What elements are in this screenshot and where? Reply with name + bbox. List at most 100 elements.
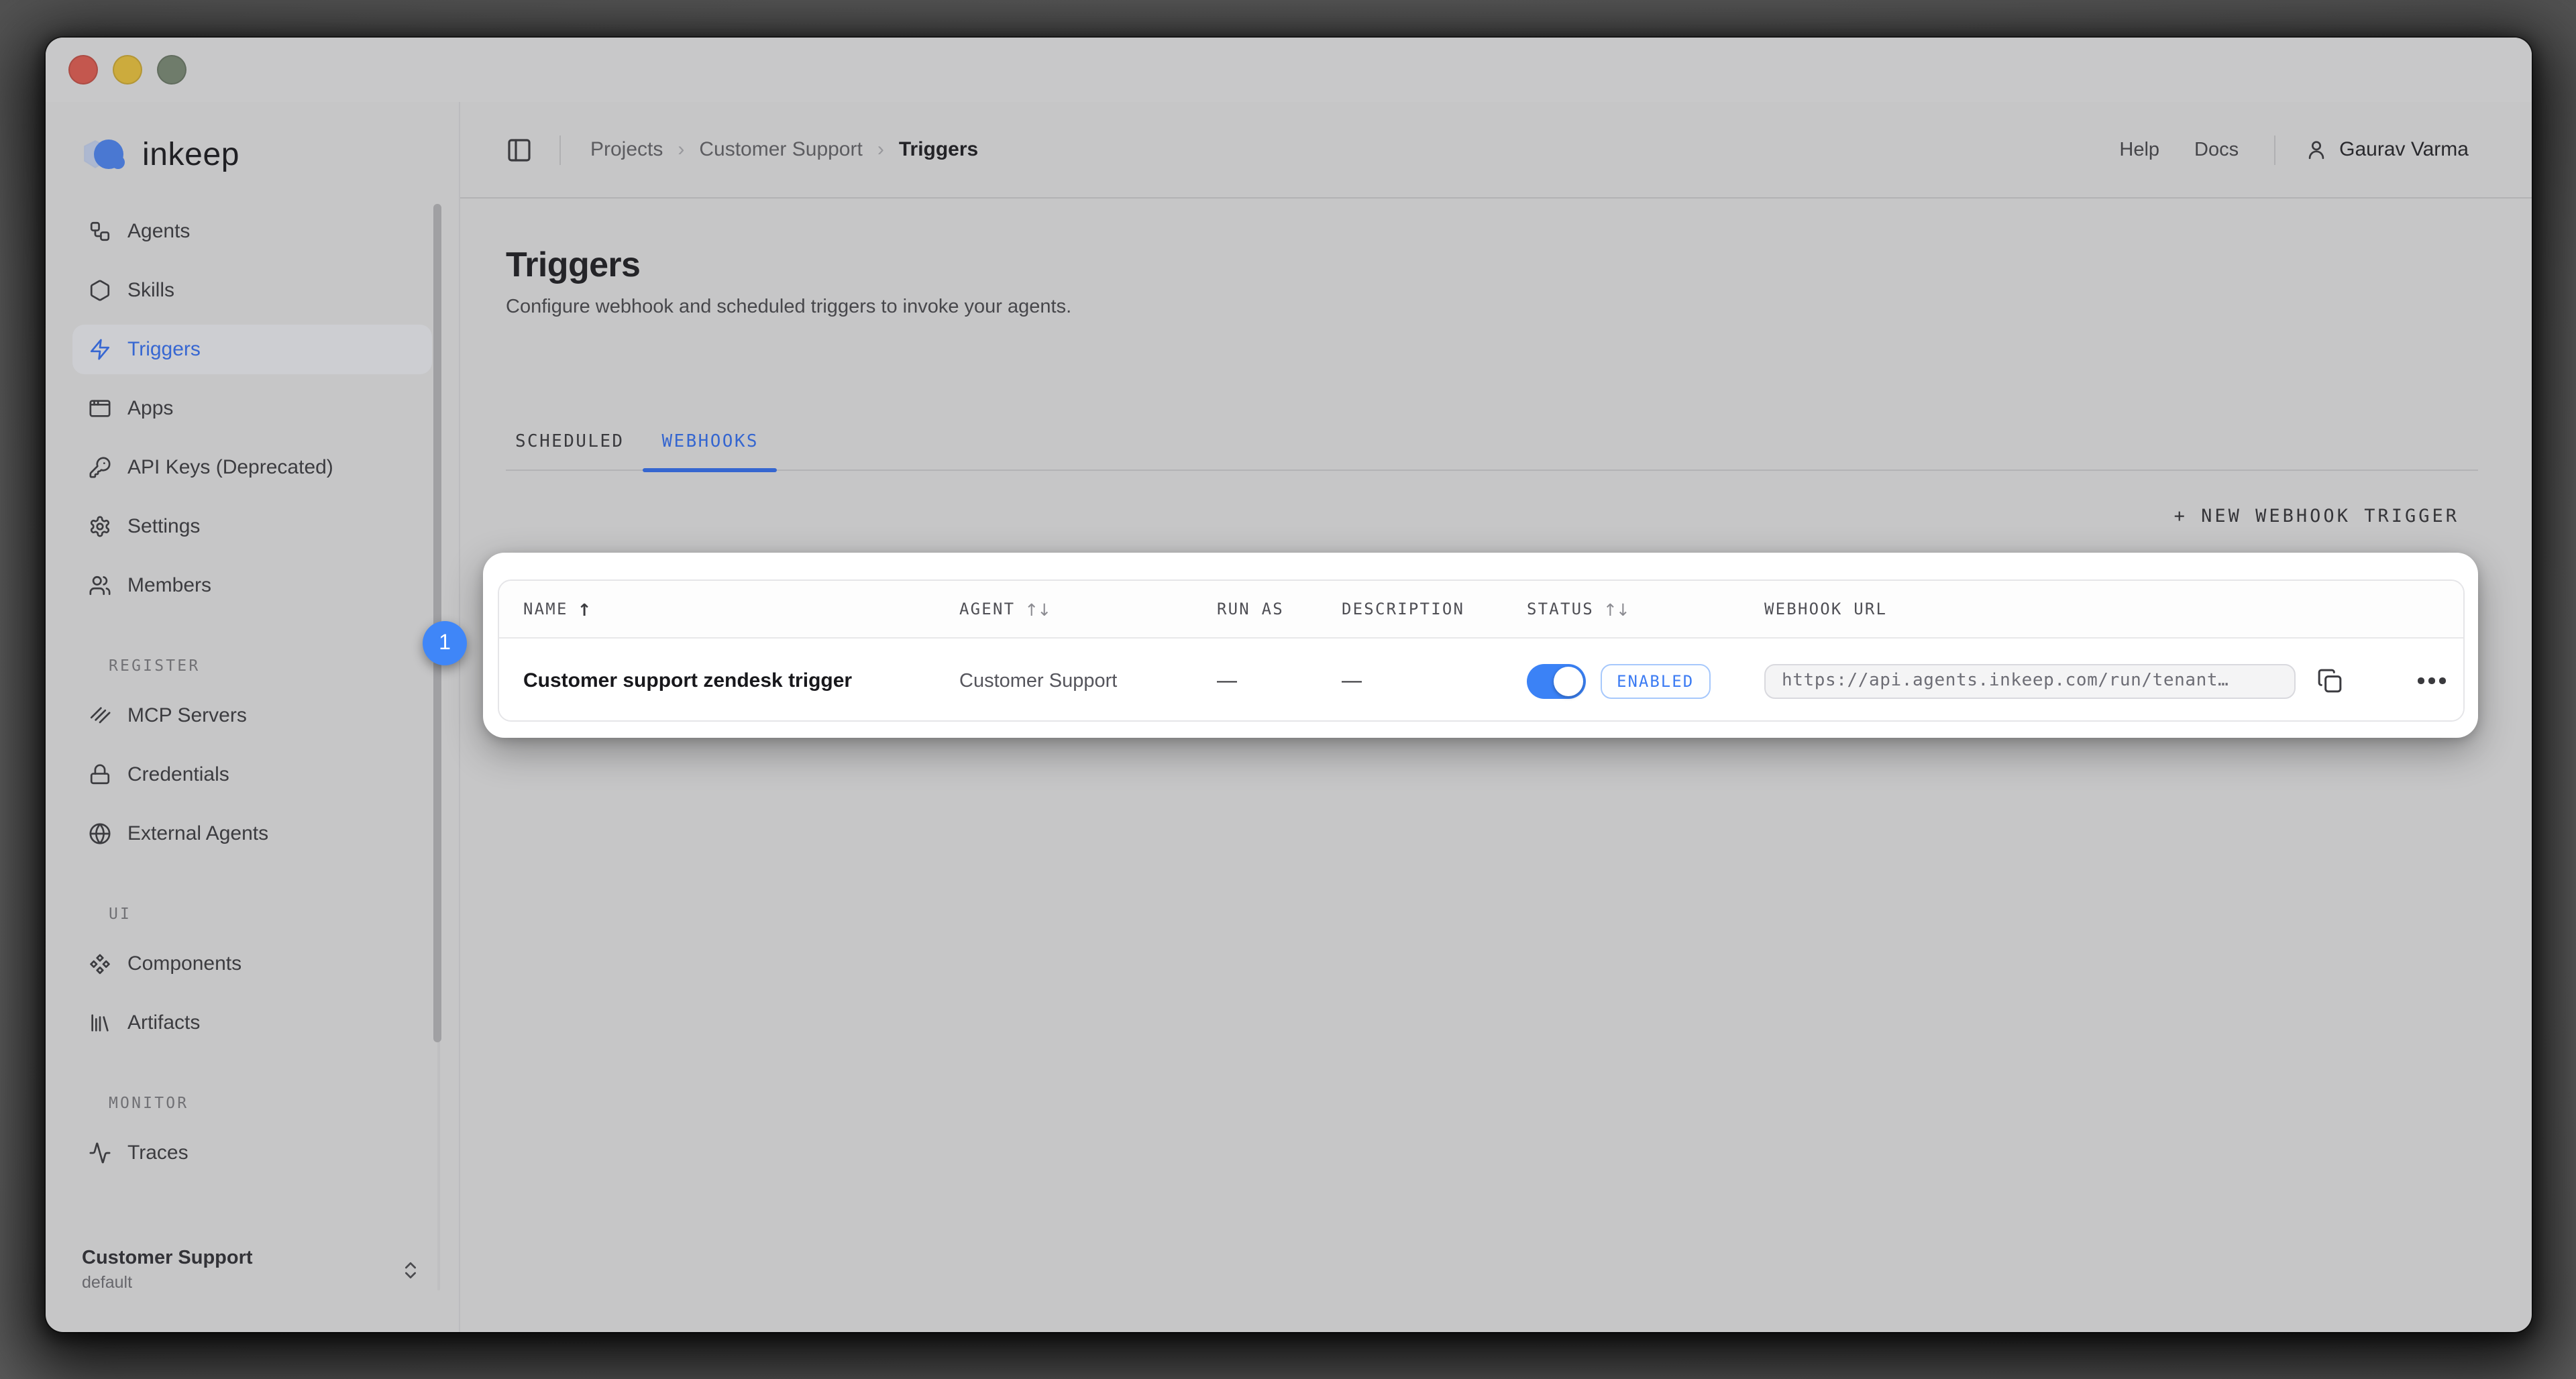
column-header-status[interactable]: STATUS ↑↓	[1527, 581, 1629, 637]
page-content: Triggers Configure webhook and scheduled…	[460, 199, 2532, 1332]
sidebar-item-skills[interactable]: Skills	[72, 266, 432, 315]
sort-asc-icon: ↑	[578, 599, 590, 619]
help-link[interactable]: Help	[2102, 139, 2177, 160]
status-toggle[interactable]	[1527, 663, 1586, 698]
activity-icon	[89, 1142, 111, 1164]
sidebar-item-artifacts[interactable]: Artifacts	[72, 998, 432, 1048]
sidebar-item-label: Agents	[127, 220, 190, 243]
trigger-tabs: SCHEDULED WEBHOOKS	[506, 432, 2478, 471]
webhook-triggers-table: NAME ↑ AGENT ↑↓ RUN AS DESCRIP	[498, 580, 2465, 722]
tab-scheduled[interactable]: SCHEDULED	[506, 432, 643, 470]
row-actions-button[interactable]	[2418, 678, 2445, 684]
sidebar-item-label: MCP Servers	[127, 704, 247, 727]
column-header-run-as: RUN AS	[1217, 581, 1284, 637]
sidebar-item-api-keys[interactable]: API Keys (Deprecated)	[72, 443, 432, 492]
header-divider	[559, 135, 561, 164]
breadcrumb-separator: ›	[678, 138, 684, 161]
trigger-name-cell: Customer support zendesk trigger	[523, 639, 852, 722]
sidebar-item-label: Members	[127, 574, 211, 597]
sidebar-item-agents[interactable]: Agents	[72, 207, 432, 256]
column-label: DESCRIPTION	[1342, 600, 1464, 618]
status-cell: ENABLED	[1527, 639, 1710, 722]
lock-icon	[89, 763, 111, 786]
sidebar-item-label: Components	[127, 952, 241, 975]
gear-icon	[89, 515, 111, 538]
project-name: Customer Support	[82, 1245, 253, 1272]
copy-icon	[2317, 668, 2343, 694]
sidebar-item-settings[interactable]: Settings	[72, 502, 432, 551]
new-webhook-trigger-button[interactable]: + NEW WEBHOOK TRIGGER	[2174, 506, 2459, 527]
components-icon	[89, 952, 111, 975]
sidebar-section-monitor: MONITOR	[109, 1093, 432, 1112]
user-menu[interactable]: Gaurav Varma	[2304, 138, 2469, 161]
status-badge: ENABLED	[1601, 663, 1710, 698]
sort-both-icon: ↑↓	[1603, 599, 1629, 619]
agent-cell: Customer Support	[959, 639, 1117, 722]
sidebar-item-external-agents[interactable]: External Agents	[72, 809, 432, 859]
project-environment: default	[82, 1272, 253, 1294]
column-header-description: DESCRIPTION	[1342, 581, 1464, 637]
zoom-window-button[interactable]	[157, 55, 186, 85]
hexagon-icon	[89, 279, 111, 302]
screenshot-stage: inkeep Agents Skills Triggers	[0, 0, 2576, 1379]
breadcrumb: Projects › Customer Support › Triggers	[590, 138, 978, 161]
annotation-badge-1: 1	[423, 621, 467, 665]
library-icon	[89, 1011, 111, 1034]
sidebar-toggle-icon[interactable]	[506, 136, 533, 163]
column-label: STATUS	[1527, 600, 1594, 618]
sidebar-item-members[interactable]: Members	[72, 561, 432, 610]
sidebar-section-register: REGISTER	[109, 656, 432, 675]
column-header-webhook-url: WEBHOOK URL	[1764, 581, 1887, 637]
users-icon	[89, 574, 111, 597]
sidebar-section-ui: UI	[109, 904, 432, 923]
column-header-agent[interactable]: AGENT ↑↓	[959, 581, 1050, 637]
docs-link[interactable]: Docs	[2177, 139, 2256, 160]
description-value: —	[1342, 669, 1362, 692]
page-description: Configure webhook and scheduled triggers…	[506, 294, 2478, 321]
webhook-url-input[interactable]: https://api.agents.inkeep.com/run/tenant…	[1764, 663, 2296, 698]
sidebar-item-label: Skills	[127, 279, 174, 302]
column-header-name[interactable]: NAME ↑	[523, 581, 590, 637]
breadcrumb-current: Triggers	[899, 138, 978, 161]
page-title: Triggers	[506, 244, 2478, 284]
run-as-cell: —	[1217, 639, 1237, 722]
tab-webhooks[interactable]: WEBHOOKS	[643, 432, 777, 470]
key-icon	[89, 456, 111, 479]
table-toolbar: + NEW WEBHOOK TRIGGER	[506, 499, 2478, 534]
sidebar-item-label: Artifacts	[127, 1011, 200, 1034]
breadcrumb-project[interactable]: Customer Support	[699, 138, 862, 161]
sidebar-item-mcp-servers[interactable]: MCP Servers	[72, 691, 432, 740]
sort-both-icon: ↑↓	[1024, 599, 1050, 619]
description-cell: —	[1342, 639, 1362, 722]
main-area: Projects › Customer Support › Triggers H…	[460, 102, 2532, 1332]
sidebar-item-apps[interactable]: Apps	[72, 384, 432, 433]
app-window: inkeep Agents Skills Triggers	[46, 38, 2532, 1332]
main-header: Projects › Customer Support › Triggers H…	[460, 102, 2532, 199]
sidebar-item-label: Apps	[127, 397, 173, 420]
sidebar-item-label: Credentials	[127, 763, 229, 786]
column-label: RUN AS	[1217, 600, 1284, 618]
sidebar-item-label: Traces	[127, 1142, 189, 1164]
agent-name: Customer Support	[959, 670, 1117, 692]
column-label: WEBHOOK URL	[1764, 600, 1887, 618]
toggle-knob	[1554, 666, 1583, 696]
sidebar-item-triggers[interactable]: Triggers	[72, 325, 432, 374]
breadcrumb-projects[interactable]: Projects	[590, 138, 663, 161]
minimize-window-button[interactable]	[113, 55, 142, 85]
sidebar-item-label: Settings	[127, 515, 200, 538]
copy-url-button[interactable]	[2317, 668, 2343, 694]
close-window-button[interactable]	[68, 55, 98, 85]
column-label: NAME	[523, 600, 568, 618]
sidebar-item-components[interactable]: Components	[72, 939, 432, 989]
header-divider	[2273, 135, 2275, 164]
sidebar-nav: Agents Skills Triggers Apps	[72, 207, 432, 1178]
chevrons-up-down-icon	[400, 1259, 421, 1280]
run-as-value: —	[1217, 669, 1237, 692]
table-header-row: NAME ↑ AGENT ↑↓ RUN AS DESCRIP	[499, 581, 2463, 639]
mcp-icon	[89, 704, 111, 727]
ellipsis-icon	[2418, 678, 2445, 684]
sidebar-item-traces[interactable]: Traces	[72, 1128, 432, 1178]
project-switcher[interactable]: Customer Support default	[82, 1245, 421, 1294]
sidebar-item-credentials[interactable]: Credentials	[72, 750, 432, 799]
inkeep-logo-icon	[82, 134, 130, 177]
